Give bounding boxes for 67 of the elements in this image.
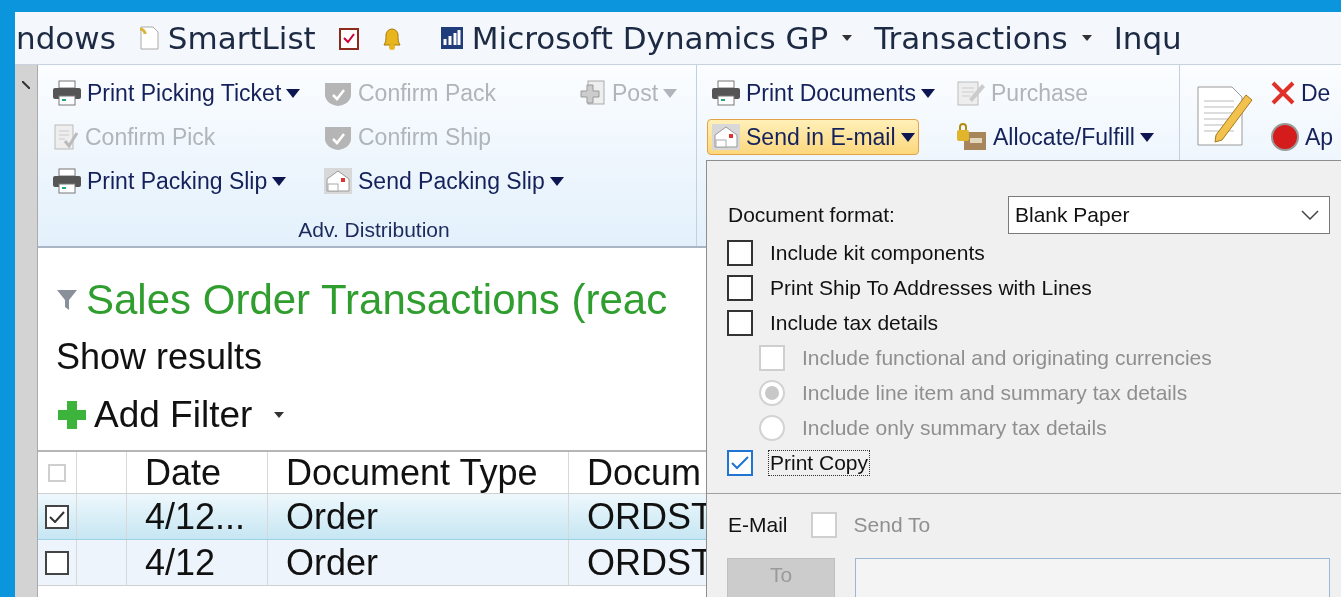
caret-icon	[286, 88, 301, 98]
email-label: E-Mail	[727, 513, 789, 537]
circle-icon	[1270, 122, 1300, 152]
ribbon-button[interactable]: Allocate/Fulfill	[952, 119, 1158, 155]
option-label: Print Copy	[769, 451, 870, 476]
caret-icon	[663, 88, 678, 98]
option-label: Include functional and originating currencies	[801, 346, 1213, 370]
caret-icon	[1081, 35, 1092, 41]
delete-icon	[1270, 80, 1296, 106]
caret-icon	[900, 132, 915, 142]
ribbon-button[interactable]: Ap	[1266, 119, 1338, 155]
ribbon-button[interactable]: Send Packing Slip	[319, 163, 568, 199]
menu-item[interactable]: Microsoft Dynamics GP	[471, 20, 829, 56]
page-title: Sales Order Transactions (reac	[86, 276, 668, 324]
field-label: Document format:	[727, 203, 896, 227]
printer-icon	[52, 80, 82, 106]
option-label: Include only summary tax details	[801, 416, 1108, 441]
lock-box-icon	[956, 122, 988, 152]
add-filter-button[interactable]: Add Filter	[56, 394, 285, 436]
table-cell: Order	[268, 540, 569, 585]
show-results-label: Show results	[56, 336, 263, 378]
printer-icon	[711, 80, 741, 106]
table-cell: 4/12...	[127, 494, 268, 539]
caret-icon	[272, 176, 287, 186]
ribbon-button[interactable]: Print Documents	[707, 75, 939, 111]
column-header[interactable]: Date	[127, 452, 268, 493]
caret-icon	[842, 35, 853, 41]
table-cell: Order	[268, 494, 569, 539]
ribbon-button[interactable]: Send in E-mail	[707, 119, 919, 155]
menu-item[interactable]: Inqu	[1113, 20, 1182, 56]
ribbon-button[interactable]: Print Packing Slip	[48, 163, 291, 199]
document-format-select[interactable]: Blank Paper	[1008, 196, 1330, 234]
checkbox[interactable]	[727, 239, 753, 266]
clipboard-icon	[337, 26, 360, 50]
menu-item[interactable]: SmartList	[167, 20, 316, 56]
to-field[interactable]	[855, 558, 1330, 597]
option-label: Include kit components	[769, 240, 986, 265]
checkbox[interactable]	[45, 504, 69, 529]
plus-icon	[56, 399, 88, 431]
caret-icon	[549, 176, 564, 186]
option-label: Print Ship To Addresses with Lines	[769, 275, 1093, 300]
option-label: Include tax details	[769, 310, 940, 335]
printer-icon	[52, 168, 82, 194]
group-label: Adv. Distribution	[298, 218, 450, 242]
option-label: Send To	[852, 513, 932, 537]
chevron-down-icon	[1301, 210, 1319, 220]
ribbon-button[interactable]: Print Picking Ticket	[48, 75, 305, 111]
checkbox[interactable]	[727, 309, 753, 336]
menu-item[interactable]: Transactions	[874, 20, 1068, 56]
checkbox[interactable]	[727, 274, 753, 301]
checkbox[interactable]	[45, 550, 69, 575]
menu-item[interactable]: ndows	[16, 20, 116, 56]
chart-icon	[439, 26, 464, 50]
document-plus-icon	[579, 79, 607, 107]
caret-icon	[921, 88, 935, 98]
column-header[interactable]: Document Type	[268, 452, 569, 493]
ribbon-button[interactable]: De	[1266, 75, 1335, 111]
caret-icon	[1139, 132, 1154, 142]
document-check-icon	[52, 123, 80, 151]
table-cell: 4/12	[127, 540, 268, 585]
caret-icon	[274, 412, 285, 418]
checkbox[interactable]	[727, 450, 753, 477]
document-pen-icon	[956, 79, 986, 107]
filter-icon	[56, 288, 78, 312]
checkmark-icon	[49, 510, 65, 523]
option-label: Include line item and summary tax details	[801, 381, 1189, 406]
checkmark-icon	[731, 456, 749, 471]
